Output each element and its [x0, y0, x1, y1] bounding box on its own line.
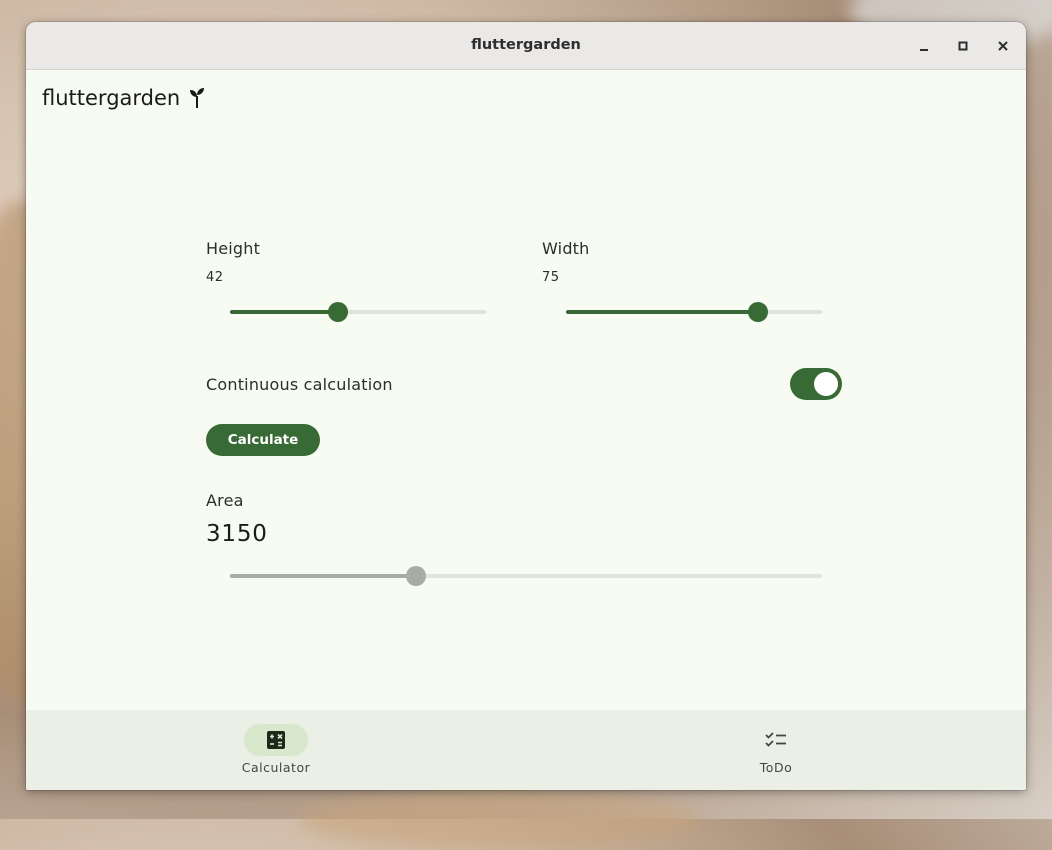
calculate-button[interactable]: Calculate	[206, 424, 320, 456]
slider-thumb[interactable]	[748, 302, 768, 322]
nav-indicator	[244, 724, 308, 756]
checklist-icon	[765, 732, 786, 747]
width-slider[interactable]	[566, 302, 822, 322]
calculator-icon	[267, 731, 285, 749]
window-title: fluttergarden	[471, 37, 581, 53]
nav-item-calculator[interactable]: Calculator	[216, 710, 336, 790]
app-bar-title: fluttergarden	[42, 86, 206, 110]
area-value: 3150	[206, 521, 268, 547]
continuous-calculation-label: Continuous calculation	[206, 375, 393, 394]
slider-thumb	[406, 566, 427, 586]
app-title-text: fluttergarden	[42, 86, 181, 110]
switch-knob	[814, 372, 838, 396]
bottom-navigation-bar: Calculator ToDo	[26, 710, 1026, 790]
slider-active-track	[566, 310, 758, 314]
nav-item-todo[interactable]: ToDo	[716, 710, 836, 790]
nav-indicator	[744, 724, 808, 756]
maximize-button[interactable]	[952, 35, 974, 57]
width-label: Width	[542, 239, 590, 258]
slider-active-track	[230, 574, 417, 578]
close-button[interactable]	[992, 35, 1014, 57]
slider-thumb[interactable]	[327, 302, 348, 322]
nav-label-calculator: Calculator	[241, 760, 311, 775]
height-value: 42	[206, 270, 224, 285]
slider-active-track	[230, 310, 338, 314]
title-bar: fluttergarden	[26, 22, 1026, 70]
app-window: fluttergarden fluttergarden Height 42 Wi…	[26, 22, 1026, 790]
continuous-calculation-switch[interactable]	[790, 368, 842, 400]
area-label: Area	[206, 491, 244, 510]
height-slider[interactable]	[230, 302, 486, 322]
minimize-button[interactable]	[913, 35, 935, 57]
sprout-icon	[190, 88, 205, 108]
minimize-icon	[920, 49, 928, 51]
close-icon	[998, 41, 1008, 51]
width-value: 75	[542, 270, 560, 285]
maximize-icon	[958, 41, 968, 51]
height-label: Height	[206, 239, 261, 258]
area-slider	[230, 566, 822, 586]
nav-label-todo: ToDo	[759, 760, 793, 775]
